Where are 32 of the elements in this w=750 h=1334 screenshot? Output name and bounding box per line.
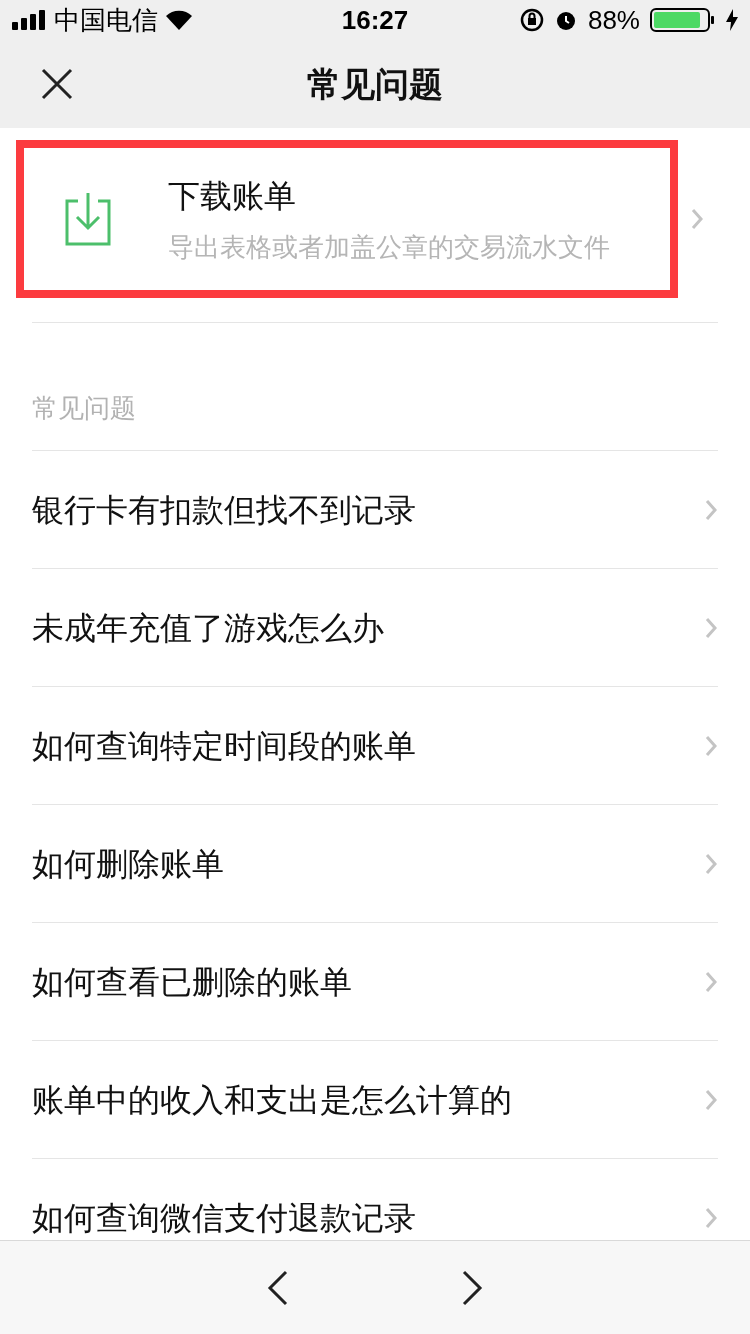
page-title: 常见问题 bbox=[307, 63, 443, 105]
carrier-name: 中国电信 bbox=[54, 3, 158, 37]
chevron-right-icon bbox=[704, 969, 718, 994]
section-header: 常见问题 bbox=[32, 393, 136, 423]
close-button[interactable] bbox=[40, 67, 74, 101]
chevron-right-icon bbox=[704, 1087, 718, 1112]
faq-item[interactable]: 账单中的收入和支出是怎么计算的 bbox=[32, 1040, 718, 1158]
chevron-right-icon bbox=[704, 1205, 718, 1230]
close-icon bbox=[41, 68, 73, 100]
faq-item[interactable]: 如何查看已删除的账单 bbox=[32, 922, 718, 1040]
chevron-right-icon bbox=[690, 207, 704, 231]
signal-icon bbox=[12, 10, 46, 30]
download-subtitle: 导出表格或者加盖公章的交易流水文件 bbox=[168, 230, 610, 264]
battery-icon bbox=[650, 8, 716, 32]
status-time: 16:27 bbox=[341, 3, 409, 37]
charging-icon bbox=[726, 9, 738, 31]
wifi-icon bbox=[166, 10, 192, 30]
faq-item[interactable]: 如何删除账单 bbox=[32, 804, 718, 922]
chevron-right-icon bbox=[704, 733, 718, 758]
faq-item[interactable]: 银行卡有扣款但找不到记录 bbox=[32, 450, 718, 568]
chevron-right-icon bbox=[704, 615, 718, 640]
chevron-right-icon bbox=[704, 851, 718, 876]
download-bill-item[interactable]: 下载账单 导出表格或者加盖公章的交易流水文件 bbox=[16, 140, 678, 298]
forward-icon bbox=[461, 1269, 483, 1306]
download-title: 下载账单 bbox=[168, 176, 297, 216]
chevron-right-icon bbox=[704, 497, 718, 522]
faq-item[interactable]: 如何查询特定时间段的账单 bbox=[32, 686, 718, 804]
rotation-lock-icon bbox=[519, 8, 544, 32]
battery-percent: 88% bbox=[587, 3, 640, 37]
back-icon bbox=[267, 1269, 289, 1306]
faq-item[interactable]: 未成年充值了游戏怎么办 bbox=[32, 568, 718, 686]
download-icon bbox=[64, 191, 112, 247]
